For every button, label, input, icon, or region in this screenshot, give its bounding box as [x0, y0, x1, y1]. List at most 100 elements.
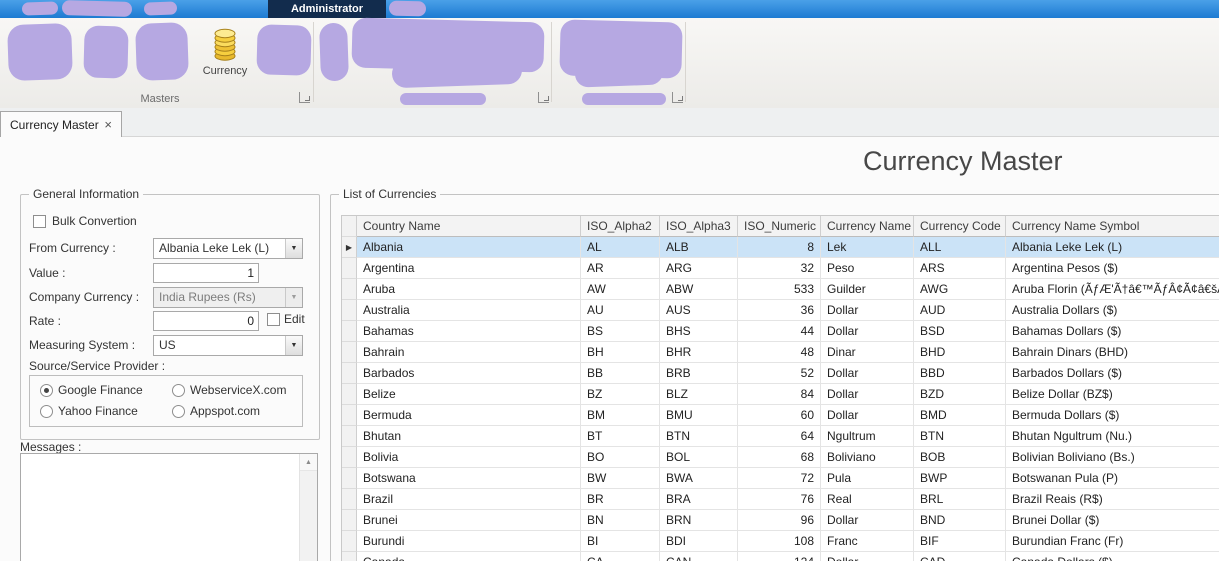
grid-cell[interactable]: ARS: [914, 258, 1006, 279]
dialog-launcher-icon[interactable]: [672, 92, 683, 103]
grid-cell[interactable]: Real: [821, 489, 914, 510]
grid-cell[interactable]: Dollar: [821, 552, 914, 561]
grid-cell[interactable]: BW: [581, 468, 660, 489]
grid-cell[interactable]: 84: [738, 384, 821, 405]
grid-cell[interactable]: BSD: [914, 321, 1006, 342]
grid-cell[interactable]: Bermuda: [357, 405, 581, 426]
grid-cell[interactable]: BLZ: [660, 384, 738, 405]
redacted-ribbon-button[interactable]: [135, 22, 189, 81]
grid-cell[interactable]: CAD: [914, 552, 1006, 561]
grid-row[interactable]: Burundi BI BDI 108 Franc BIF Burundian Franc (…: [342, 531, 1219, 552]
grid-row[interactable]: Bhutan BT BTN 64 Ngultrum BTN Bhutan Ngultrum …: [342, 426, 1219, 447]
radio-webservicex[interactable]: WebserviceX.com: [172, 383, 286, 397]
grid-cell[interactable]: ARG: [660, 258, 738, 279]
grid-column-header[interactable]: Currency Code: [914, 216, 1006, 237]
tab-currency-master[interactable]: Currency Master ×: [0, 111, 122, 137]
grid-cell[interactable]: Bhutan Ngultrum (Nu.): [1006, 426, 1219, 447]
grid-cell[interactable]: BRB: [660, 363, 738, 384]
grid-cell[interactable]: BR: [581, 489, 660, 510]
grid-cell[interactable]: Pula: [821, 468, 914, 489]
grid-cell[interactable]: ABW: [660, 279, 738, 300]
currency-grid[interactable]: Country Name ISO_Alpha2 ISO_Alpha3 ISO_Nume…: [341, 215, 1219, 561]
grid-cell[interactable]: Bolivia: [357, 447, 581, 468]
grid-cell[interactable]: Dollar: [821, 363, 914, 384]
value-input[interactable]: 1: [153, 263, 259, 283]
grid-cell[interactable]: Dollar: [821, 300, 914, 321]
grid-cell[interactable]: Brunei: [357, 510, 581, 531]
grid-cell[interactable]: BI: [581, 531, 660, 552]
rate-input[interactable]: 0: [153, 311, 259, 331]
grid-cell[interactable]: AWG: [914, 279, 1006, 300]
grid-cell[interactable]: BB: [581, 363, 660, 384]
grid-cell[interactable]: 36: [738, 300, 821, 321]
chevron-down-icon[interactable]: ▼: [285, 336, 302, 355]
grid-cell[interactable]: Brazil Reais (R$): [1006, 489, 1219, 510]
grid-cell[interactable]: 44: [738, 321, 821, 342]
grid-cell[interactable]: ALB: [660, 237, 738, 258]
grid-cell[interactable]: BRN: [660, 510, 738, 531]
grid-row[interactable]: Botswana BW BWA 72 Pula BWP Botswanan Pula (P): [342, 468, 1219, 489]
redacted-ribbon-button[interactable]: [318, 22, 350, 82]
messages-textbox[interactable]: ▲: [20, 453, 318, 561]
grid-cell[interactable]: Bahrain Dinars (BHD): [1006, 342, 1219, 363]
grid-cell[interactable]: 72: [738, 468, 821, 489]
grid-cell[interactable]: BIF: [914, 531, 1006, 552]
redacted-ribbon-button[interactable]: [391, 55, 523, 89]
grid-cell[interactable]: BMU: [660, 405, 738, 426]
grid-cell[interactable]: 52: [738, 363, 821, 384]
grid-cell[interactable]: 64: [738, 426, 821, 447]
grid-cell[interactable]: Barbados Dollars ($): [1006, 363, 1219, 384]
grid-column-header[interactable]: Currency Name Symbol: [1006, 216, 1219, 237]
grid-cell[interactable]: Dollar: [821, 510, 914, 531]
grid-cell[interactable]: Bahamas: [357, 321, 581, 342]
grid-row[interactable]: Belize BZ BLZ 84 Dollar BZD Belize Dollar (BZ$…: [342, 384, 1219, 405]
grid-cell[interactable]: Australia Dollars ($): [1006, 300, 1219, 321]
grid-cell[interactable]: Dollar: [821, 405, 914, 426]
grid-row[interactable]: Argentina AR ARG 32 Peso ARS Argentina Pesos (…: [342, 258, 1219, 279]
grid-cell[interactable]: Belize Dollar (BZ$): [1006, 384, 1219, 405]
radio-appspot[interactable]: Appspot.com: [172, 404, 260, 418]
grid-cell[interactable]: 32: [738, 258, 821, 279]
scroll-up-icon[interactable]: ▲: [300, 454, 317, 471]
grid-cell[interactable]: Brunei Dollar ($): [1006, 510, 1219, 531]
grid-cell[interactable]: Barbados: [357, 363, 581, 384]
grid-cell[interactable]: BDI: [660, 531, 738, 552]
grid-cell[interactable]: BM: [581, 405, 660, 426]
grid-cell[interactable]: BOL: [660, 447, 738, 468]
grid-cell[interactable]: ALL: [914, 237, 1006, 258]
grid-row[interactable]: Brunei BN BRN 96 Dollar BND Brunei Dollar ($): [342, 510, 1219, 531]
grid-cell[interactable]: Burundian Franc (Fr): [1006, 531, 1219, 552]
grid-cell[interactable]: Franc: [821, 531, 914, 552]
grid-cell[interactable]: AW: [581, 279, 660, 300]
grid-cell[interactable]: BO: [581, 447, 660, 468]
grid-column-header[interactable]: ISO_Numeric: [738, 216, 821, 237]
grid-row[interactable]: Brazil BR BRA 76 Real BRL Brazil Reais (R$): [342, 489, 1219, 510]
grid-cell[interactable]: Aruba Florin (ÃƒÆ'Ã†â€™ÃƒÂ¢Ã¢â€šÂ¬Ã…Â¡Ãƒ…: [1006, 279, 1219, 300]
grid-cell[interactable]: Boliviano: [821, 447, 914, 468]
grid-cell[interactable]: Argentina: [357, 258, 581, 279]
grid-cell[interactable]: Aruba: [357, 279, 581, 300]
grid-cell[interactable]: Bermuda Dollars ($): [1006, 405, 1219, 426]
grid-cell[interactable]: 48: [738, 342, 821, 363]
grid-cell[interactable]: Peso: [821, 258, 914, 279]
grid-cell[interactable]: Botswana: [357, 468, 581, 489]
grid-cell[interactable]: Bahamas Dollars ($): [1006, 321, 1219, 342]
grid-cell[interactable]: Dollar: [821, 321, 914, 342]
grid-cell[interactable]: BTN: [914, 426, 1006, 447]
grid-row[interactable]: ▶ Albania AL ALB 8 Lek ALL Albania Leke Lek (L): [342, 237, 1219, 258]
grid-cell[interactable]: Bahrain: [357, 342, 581, 363]
grid-cell[interactable]: BH: [581, 342, 660, 363]
bulk-conversion-checkbox[interactable]: [33, 215, 46, 228]
grid-cell[interactable]: AUS: [660, 300, 738, 321]
grid-cell[interactable]: BMD: [914, 405, 1006, 426]
from-currency-combobox[interactable]: Albania Leke Lek (L) ▼: [153, 238, 303, 259]
grid-cell[interactable]: 96: [738, 510, 821, 531]
dialog-launcher-icon[interactable]: [538, 92, 549, 103]
grid-cell[interactable]: AL: [581, 237, 660, 258]
scrollbar[interactable]: ▲: [299, 454, 317, 561]
grid-cell[interactable]: CAN: [660, 552, 738, 561]
grid-cell[interactable]: AUD: [914, 300, 1006, 321]
grid-cell[interactable]: 8: [738, 237, 821, 258]
close-icon[interactable]: ×: [104, 118, 112, 131]
grid-cell[interactable]: BRL: [914, 489, 1006, 510]
